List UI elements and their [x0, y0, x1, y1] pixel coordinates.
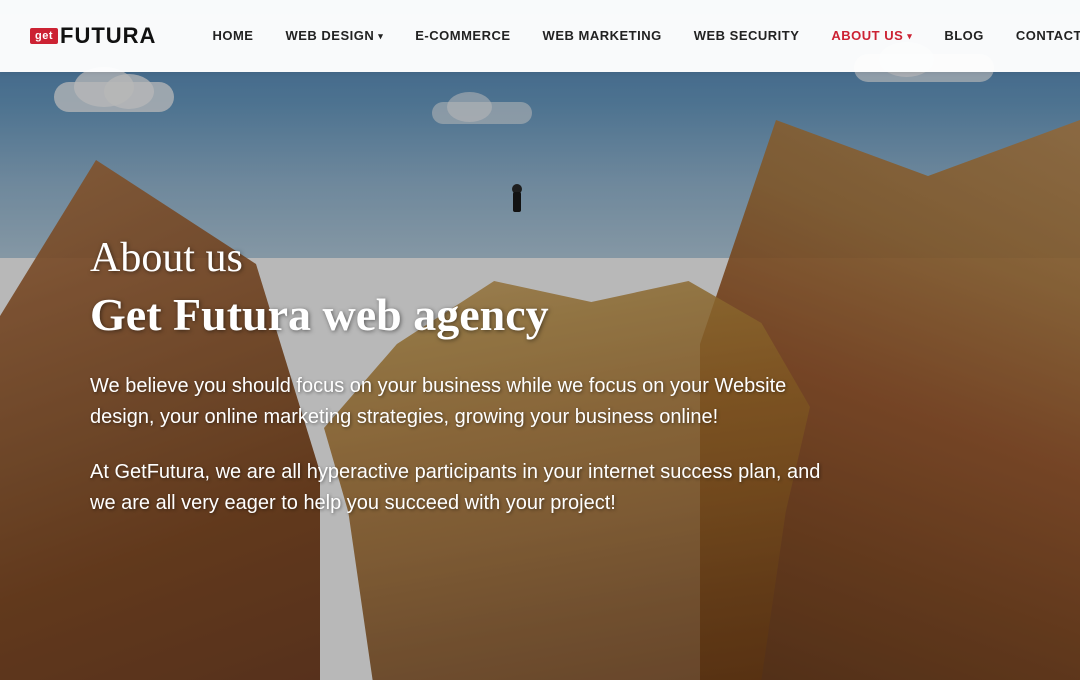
hero-content: About us Get Futura web agency We believ… — [0, 72, 1080, 680]
logo-futura: FUTURA — [60, 23, 156, 49]
chevron-down-icon-about: ▾ — [907, 0, 912, 72]
logo[interactable]: get FUTURA — [30, 23, 156, 49]
hero-description-2: At GetFutura, we are all hyperactive par… — [90, 457, 850, 519]
logo-get: get — [30, 28, 58, 44]
nav-web-design[interactable]: WEB DESIGN ▾ — [269, 0, 399, 72]
main-nav: HOME WEB DESIGN ▾ E-COMMERCE WEB MARKETI… — [196, 0, 1080, 72]
nav-web-security[interactable]: WEB SECURITY — [678, 0, 816, 72]
nav-blog[interactable]: BLOG — [928, 0, 1000, 72]
hero-section: About us Get Futura web agency We believ… — [0, 0, 1080, 680]
hero-title: Get Futura web agency — [90, 288, 549, 341]
nav-ecommerce[interactable]: E-COMMERCE — [399, 0, 526, 72]
nav-home[interactable]: HOME — [196, 0, 269, 72]
chevron-down-icon: ▾ — [378, 0, 383, 72]
nav-about-us[interactable]: ABOUT US ▾ — [815, 0, 928, 72]
nav-web-marketing[interactable]: WEB MARKETING — [527, 0, 678, 72]
hero-about-label: About us — [90, 234, 243, 282]
site-header: get FUTURA HOME WEB DESIGN ▾ E-COMMERCE … — [0, 0, 1080, 72]
nav-contact-us[interactable]: CONTACT US — [1000, 0, 1080, 72]
hero-description-1: We believe you should focus on your busi… — [90, 371, 850, 433]
